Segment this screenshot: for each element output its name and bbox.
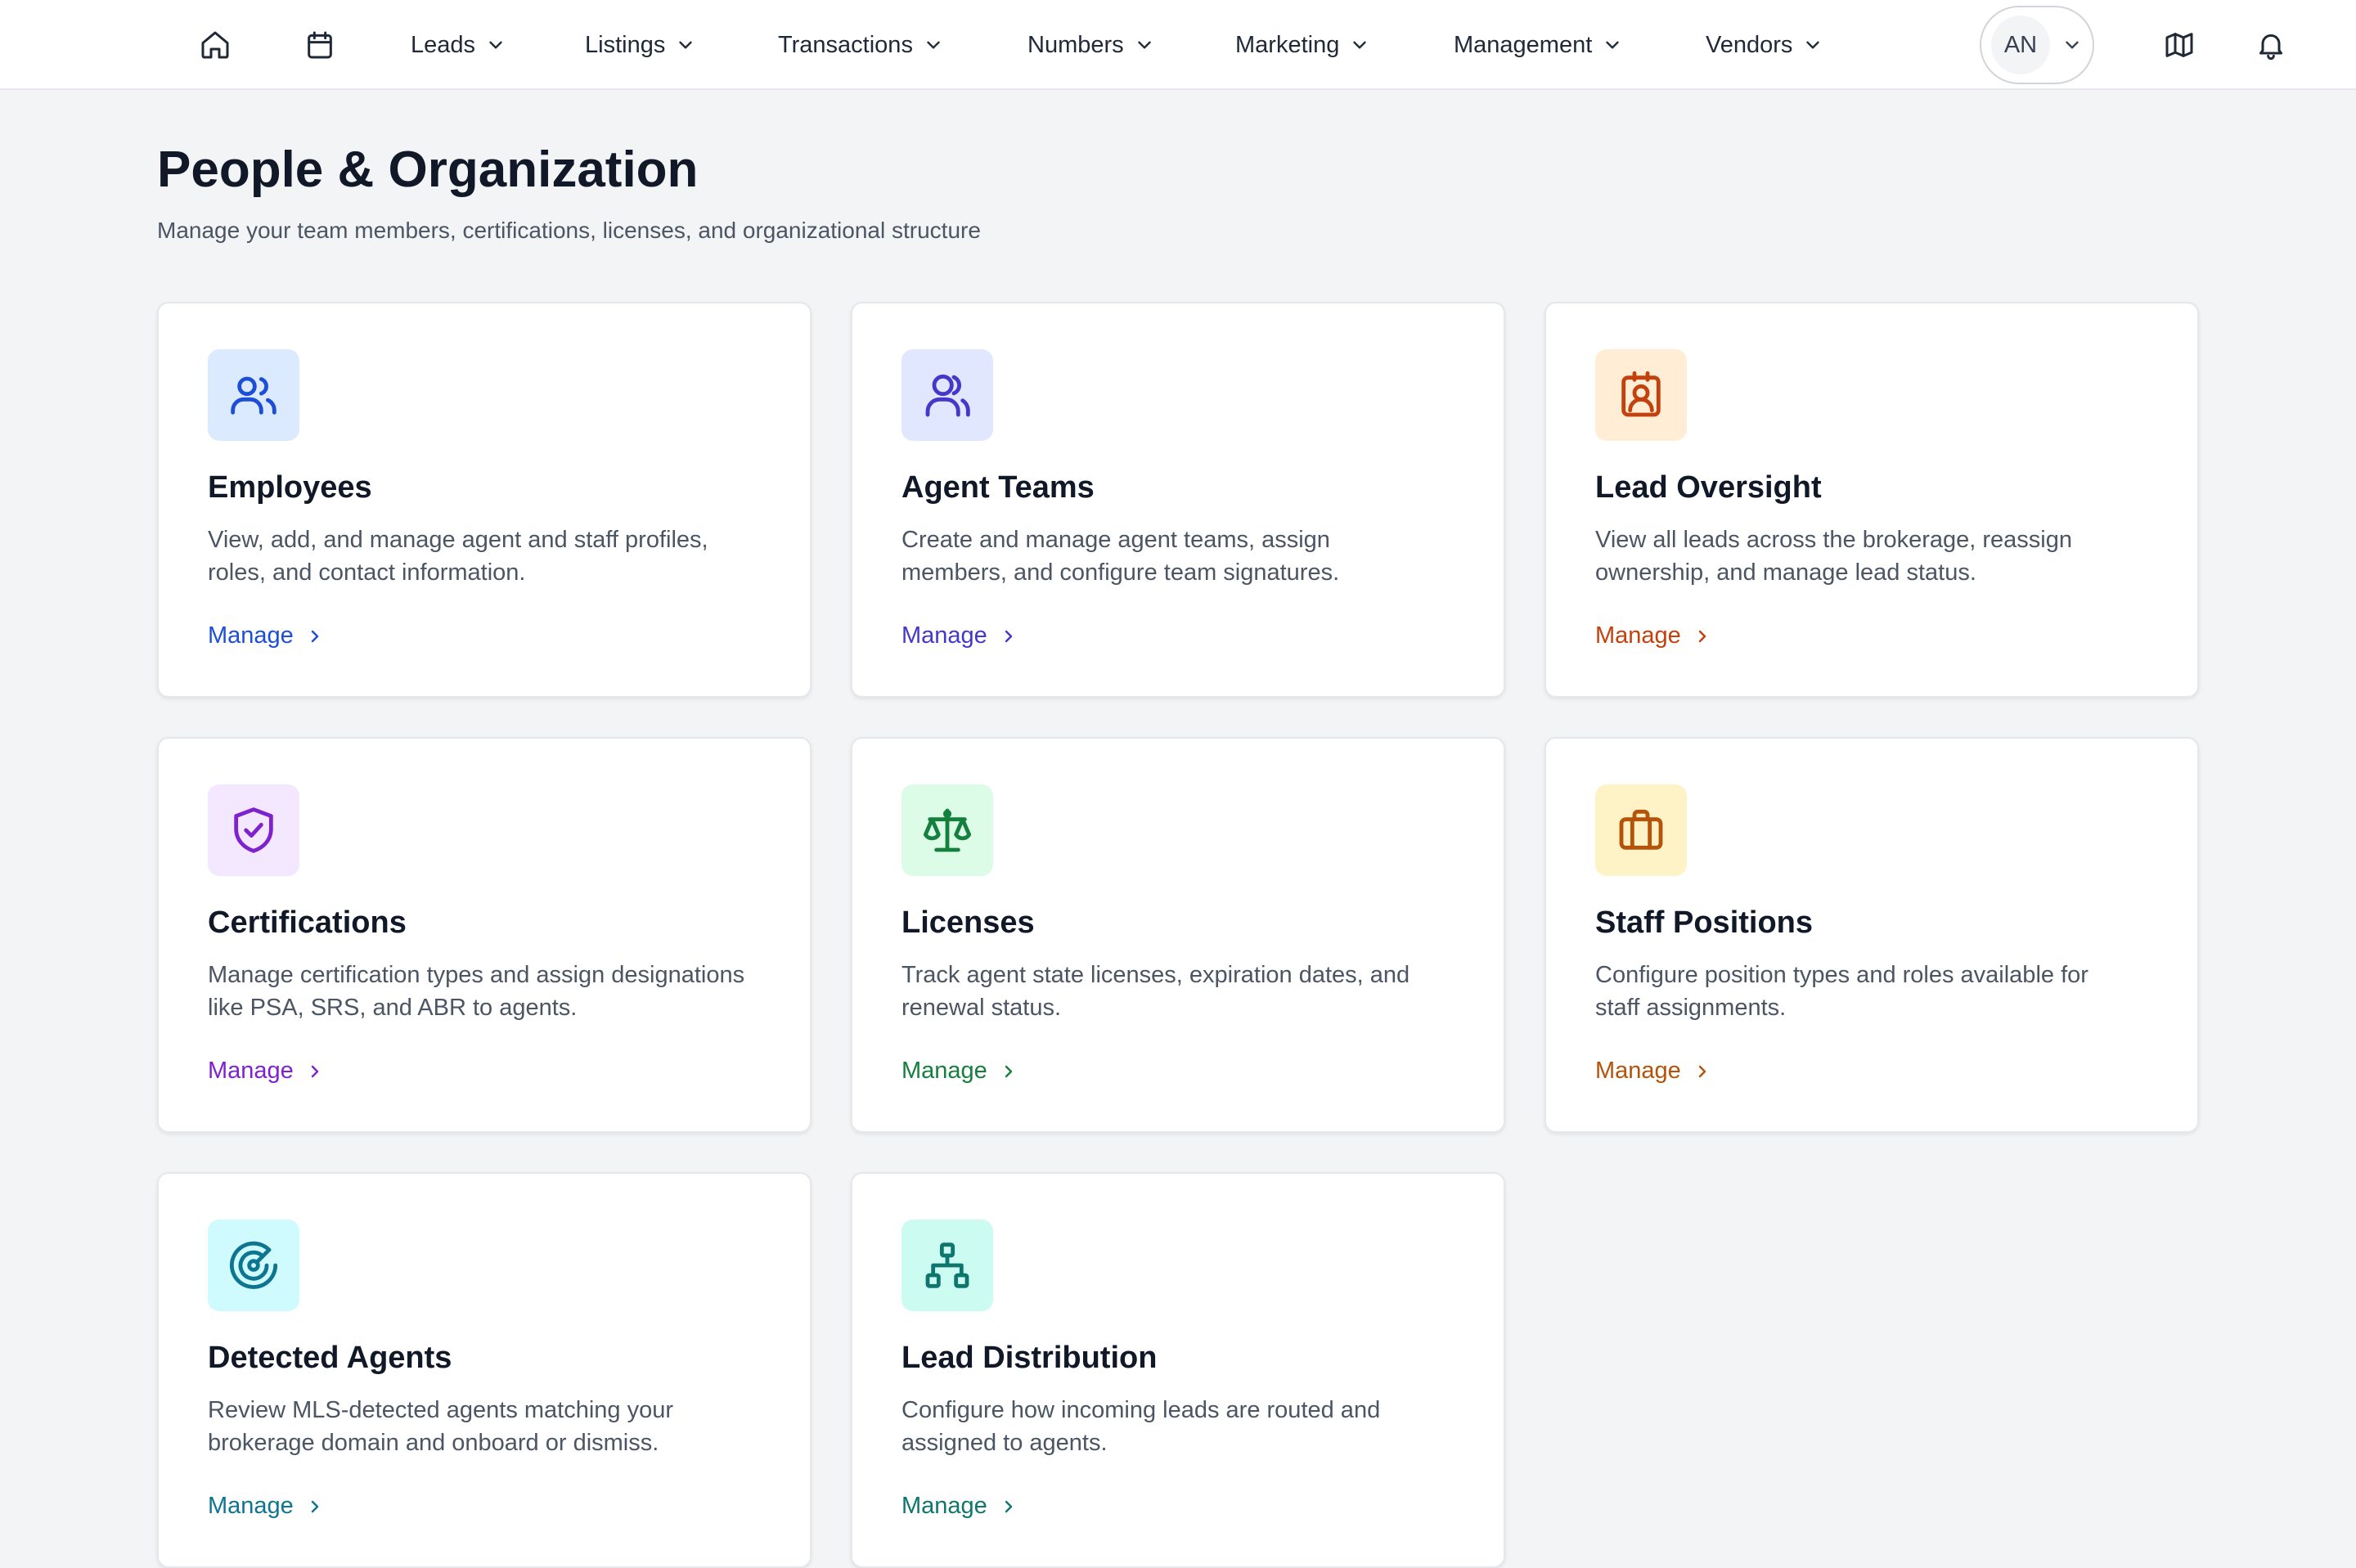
card-icon-tile (208, 1220, 299, 1311)
contact-badge-icon (1621, 371, 1661, 417)
nav-menu-listings[interactable]: Listings (585, 0, 696, 90)
card-icon-tile (208, 784, 299, 876)
chevron-down-icon (2066, 41, 2079, 49)
card-icon-tile (901, 1220, 993, 1311)
card-icon-tile (208, 349, 299, 441)
chevron-down-icon (1353, 41, 1367, 49)
manage-link[interactable]: Manage (901, 1058, 1018, 1085)
card-detected-agents[interactable]: Detected Agents Review MLS-detected agen… (157, 1172, 812, 1568)
nav-menu-label: Numbers (1027, 31, 1124, 58)
card-certifications[interactable]: Certifications Manage certification type… (157, 737, 812, 1133)
nav-menu-numbers[interactable]: Numbers (1027, 0, 1155, 90)
card-title: Lead Distribution (901, 1341, 1158, 1375)
nav-menu-marketing[interactable]: Marketing (1235, 0, 1370, 90)
manage-link-label: Manage (208, 1058, 294, 1084)
card-title: Lead Oversight (1595, 470, 1822, 505)
card-title: Staff Positions (1595, 905, 1814, 940)
card-licenses[interactable]: Licenses Track agent state licenses, exp… (851, 737, 1505, 1133)
page-title: People & Organization (157, 142, 699, 198)
avatar: AN (1991, 16, 2050, 74)
card-description: Configure position types and roles avail… (1595, 962, 2088, 1021)
network-icon (925, 1242, 969, 1288)
nav-menu-label: Vendors (1706, 31, 1793, 58)
card-icon-tile (901, 349, 993, 441)
user-group-icon (925, 374, 970, 417)
chevron-down-icon (1137, 41, 1151, 49)
card-icon-tile (901, 784, 993, 876)
chevron-right-icon (311, 1500, 319, 1512)
chevron-right-icon (1005, 1065, 1013, 1077)
radar-icon (229, 1241, 278, 1289)
top-navigation: Leads Listings Transactions Numbers Mark… (0, 0, 2356, 90)
card-title: Employees (208, 470, 372, 505)
briefcase-icon (1619, 809, 1663, 850)
scale-icon (923, 808, 972, 852)
user-menu-button[interactable]: AN (1980, 6, 2094, 84)
manage-link[interactable]: Manage (1595, 1058, 1712, 1085)
chevron-right-icon (311, 630, 319, 642)
card-title: Licenses (901, 905, 1035, 940)
manage-link-label: Manage (901, 1058, 987, 1084)
chevron-down-icon (927, 41, 940, 49)
card-description: Configure how incoming leads are routed … (901, 1397, 1381, 1456)
nav-menu-management[interactable]: Management (1454, 0, 1623, 90)
users-icon (231, 376, 277, 415)
manage-link-label: Manage (208, 1493, 294, 1519)
manage-link-label: Manage (901, 622, 987, 649)
nav-menu-transactions[interactable]: Transactions (778, 0, 944, 90)
shield-check-icon (234, 807, 273, 853)
manage-link[interactable]: Manage (901, 1493, 1018, 1520)
manage-link[interactable]: Manage (208, 1058, 325, 1085)
manage-link[interactable]: Manage (901, 622, 1018, 649)
card-lead-oversight[interactable]: Lead Oversight View all leads across the… (1544, 302, 2199, 698)
page-subtitle: Manage your team members, certifications… (157, 218, 981, 243)
card-description: Create and manage agent teams, assign me… (901, 527, 1340, 586)
cards-grid: Employees View, add, and manage agent an… (157, 302, 2199, 1568)
nav-menu-label: Management (1454, 31, 1593, 58)
home-icon[interactable] (195, 25, 236, 65)
nav-menu-leads[interactable]: Leads (411, 0, 506, 90)
manage-link[interactable]: Manage (208, 1493, 325, 1520)
chevron-right-icon (1698, 1065, 1706, 1077)
card-description: Review MLS-detected agents matching your… (208, 1397, 674, 1456)
chevron-down-icon (1806, 41, 1820, 49)
chevron-right-icon (1005, 1500, 1013, 1512)
card-staff-positions[interactable]: Staff Positions Configure position types… (1544, 737, 2199, 1133)
calendar-icon[interactable] (299, 25, 340, 65)
nav-menu-label: Listings (585, 31, 666, 58)
card-icon-tile (1595, 784, 1687, 876)
manage-link-label: Manage (1595, 1058, 1681, 1084)
card-employees[interactable]: Employees View, add, and manage agent an… (157, 302, 812, 698)
bell-icon[interactable] (2250, 25, 2291, 65)
map-icon[interactable] (2159, 25, 2200, 65)
card-title: Agent Teams (901, 470, 1095, 505)
manage-link-label: Manage (1595, 622, 1681, 649)
card-description: View all leads across the brokerage, rea… (1595, 527, 2073, 586)
manage-link[interactable]: Manage (1595, 622, 1712, 649)
card-lead-distribution[interactable]: Lead Distribution Configure how incoming… (851, 1172, 1505, 1568)
manage-link[interactable]: Manage (208, 622, 325, 649)
card-title: Certifications (208, 905, 407, 940)
manage-link-label: Manage (901, 1493, 987, 1519)
chevron-down-icon (489, 41, 502, 49)
nav-menu-label: Marketing (1235, 31, 1340, 58)
chevron-right-icon (1698, 630, 1706, 642)
chevron-right-icon (1005, 630, 1013, 642)
card-description: Track agent state licenses, expiration d… (901, 962, 1410, 1021)
nav-menu-label: Transactions (778, 31, 913, 58)
card-description: Manage certification types and assign de… (208, 962, 745, 1021)
chevron-down-icon (679, 41, 693, 49)
manage-link-label: Manage (208, 622, 294, 649)
nav-menu-label: Leads (411, 31, 476, 58)
card-agent-teams[interactable]: Agent Teams Create and manage agent team… (851, 302, 1505, 698)
chevron-down-icon (1606, 41, 1619, 49)
nav-menu-vendors[interactable]: Vendors (1706, 0, 1823, 90)
chevron-right-icon (311, 1065, 319, 1077)
card-title: Detected Agents (208, 1341, 452, 1375)
card-icon-tile (1595, 349, 1687, 441)
card-description: View, add, and manage agent and staff pr… (208, 527, 708, 586)
